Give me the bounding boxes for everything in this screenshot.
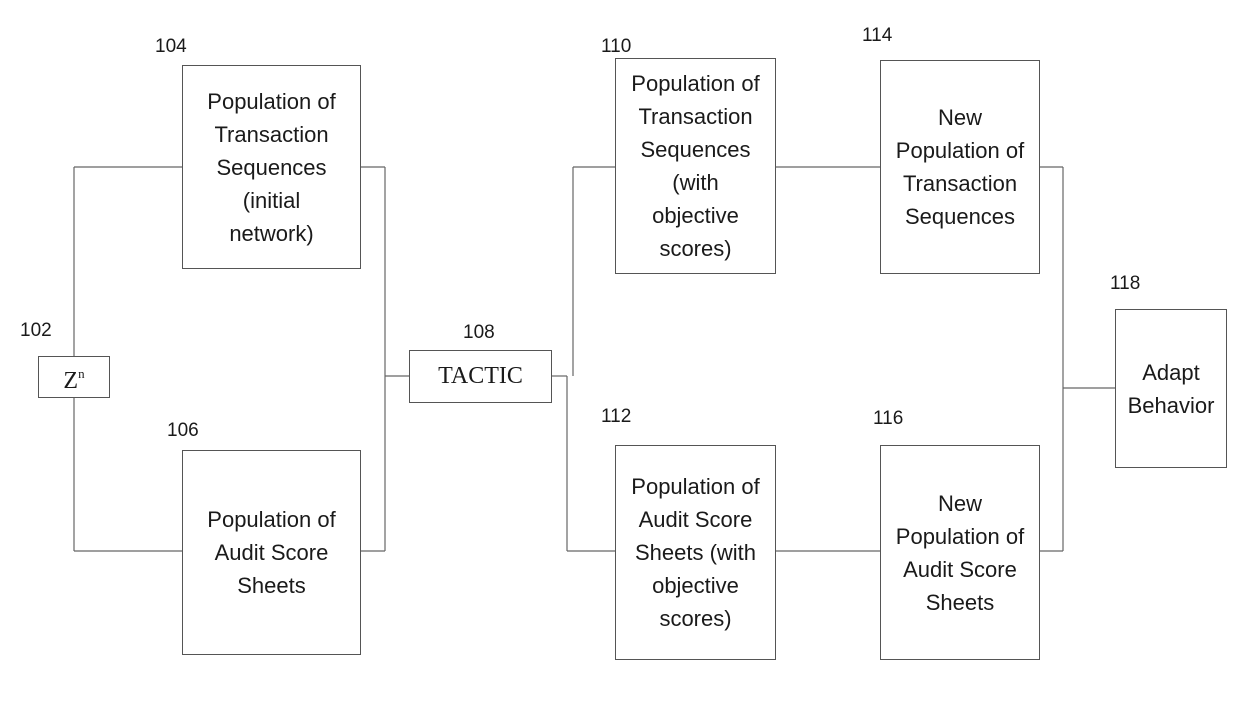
ref-label-110: 110 [601, 36, 632, 57]
tactic-label: TACTIC [438, 363, 523, 389]
ref-label-108: 108 [463, 322, 495, 343]
adapt-behavior-node: Adapt Behavior [1115, 309, 1227, 468]
new-audit-label: New Population of Audit Score Sheets [895, 490, 1025, 615]
audit-population-node: Population of Audit Score Sheets [182, 450, 361, 655]
new-transactions-label: New Population of Transaction Sequences [895, 105, 1025, 229]
initial-population-label: Population of Transaction Sequences (ini… [207, 88, 336, 246]
new-audit-node: New Population of Audit Score Sheets [880, 445, 1040, 660]
ref-label-104: 104 [155, 36, 187, 57]
zn-node: Zn [38, 356, 110, 398]
scored-audit-node: Population of Audit Score Sheets (with o… [615, 445, 776, 660]
ref-label-112: 112 [601, 406, 632, 427]
ref-label-106: 106 [167, 420, 199, 441]
scored-audit-label: Population of Audit Score Sheets (with o… [631, 474, 760, 631]
new-transactions-node: New Population of Transaction Sequences [880, 60, 1040, 274]
scored-transactions-label: Population of Transaction Sequences (wit… [631, 71, 760, 261]
adapt-behavior-label: Adapt Behavior [1127, 359, 1215, 418]
zn-label: Zn [63, 365, 85, 394]
ref-label-102: 102 [20, 320, 52, 341]
flow-diagram: 102 Zn 104 Population of Transaction Seq… [0, 0, 1240, 701]
ref-label-118: 118 [1110, 273, 1141, 294]
audit-population-label: Population of Audit Score Sheets [207, 507, 336, 598]
ref-label-114: 114 [862, 25, 893, 46]
initial-population-node: Population of Transaction Sequences (ini… [182, 65, 361, 269]
ref-label-116: 116 [873, 408, 904, 429]
tactic-node: TACTIC [409, 350, 552, 403]
zn-superscript: n [78, 365, 85, 381]
scored-transactions-node: Population of Transaction Sequences (wit… [615, 58, 776, 274]
